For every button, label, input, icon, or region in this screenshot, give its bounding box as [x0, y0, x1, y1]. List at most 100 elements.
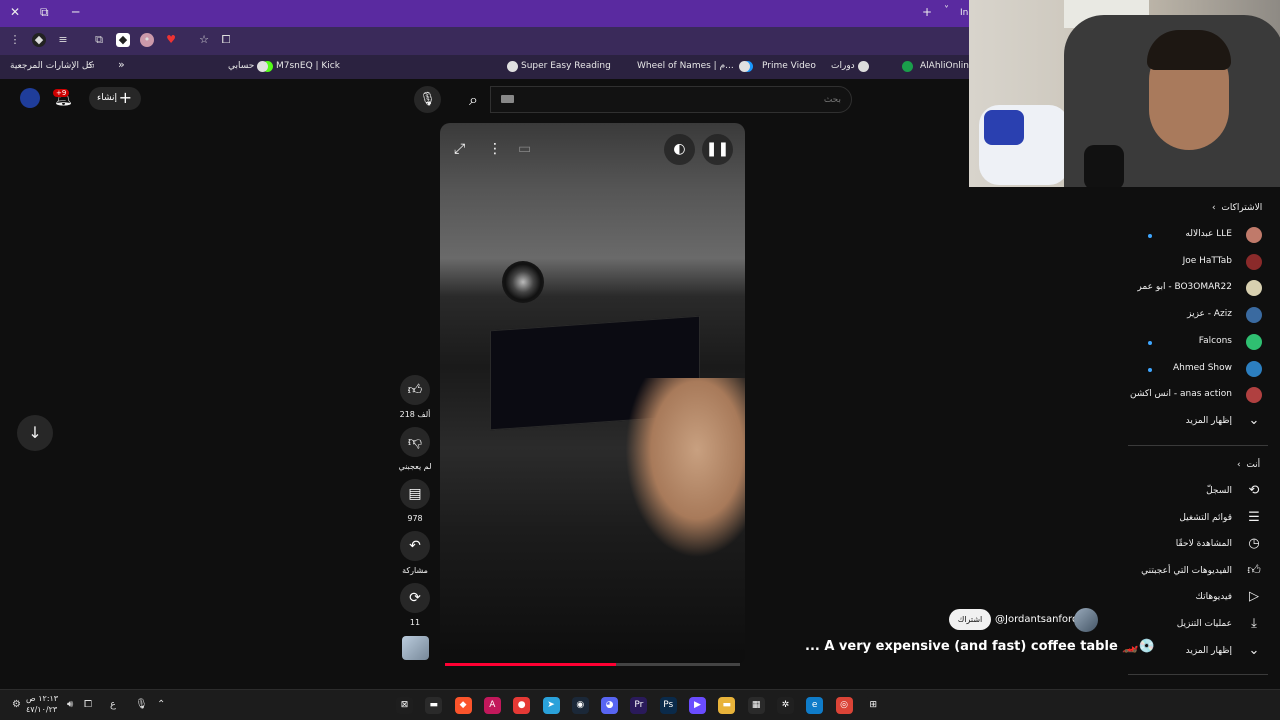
more-bookmarks-icon[interactable]: » [118, 58, 125, 71]
you-item[interactable]: السجلّ ⟲ [1130, 483, 1270, 503]
share-button[interactable]: ↶ [400, 531, 430, 561]
shorts-video[interactable]: ⤢ ⋮ ▭ ◐ ❚❚ [440, 123, 745, 665]
like-button[interactable]: 👍︎ [400, 375, 430, 405]
bookmark-item[interactable]: Super Easy Reading [521, 61, 611, 71]
you-header[interactable]: ‹ أنت [1237, 460, 1260, 470]
telegram-icon[interactable]: ➤ [542, 697, 560, 714]
create-button[interactable]: + إنشاء [89, 87, 141, 110]
subscription-item[interactable]: عبدالاله LLE [1130, 226, 1270, 246]
subscription-item[interactable]: ابو عمر - BO3OMAR22 [1130, 279, 1270, 299]
new-tab-icon[interactable]: + [922, 5, 932, 19]
search-input[interactable] [501, 91, 841, 109]
video-title[interactable]: ... A very expensive (and fast) coffee t… [805, 639, 1155, 654]
bookmark-item[interactable]: M7snEQ | Kick [276, 61, 340, 71]
edge-icon[interactable]: e [806, 697, 824, 714]
you-item-label: المشاهدة لاحقًا [1175, 539, 1232, 550]
restore-window-icon[interactable]: ⧉ [40, 5, 49, 20]
channel-avatar[interactable] [1074, 608, 1098, 632]
menu-icon[interactable]: ⋮ [8, 33, 22, 47]
extension-b-icon[interactable]: • [140, 33, 154, 47]
bookmark-item[interactable]: حسابي [228, 61, 254, 71]
channel-handle[interactable]: @Jordantsanford [995, 614, 1078, 625]
subscriptions-header[interactable]: ‹ الاشتراكات [1212, 203, 1262, 213]
subscription-item[interactable]: عزيز - Aziz [1130, 306, 1270, 326]
account-avatar[interactable] [20, 88, 40, 108]
subscription-item[interactable]: Falcons [1130, 333, 1270, 353]
settings-tray-icon[interactable]: ⚙ [12, 699, 21, 710]
tab-list-icon[interactable]: ˅ [944, 5, 949, 16]
video-progress-bar[interactable] [445, 663, 740, 666]
subscribe-button[interactable]: اشتراك [949, 609, 991, 630]
sidebar-divider [1128, 445, 1268, 446]
you-item[interactable]: قوائم التشغيل ☰ [1130, 510, 1270, 530]
captions-icon[interactable]: ▭ [518, 141, 531, 157]
minimize-window-icon[interactable]: ─ [72, 5, 79, 19]
subscription-item[interactable]: انس اكشن - anas action [1130, 386, 1270, 406]
all-bookmarks[interactable]: كل الإشارات المرجعية [10, 61, 93, 71]
you-item[interactable]: عمليات التنزيل ⤓ [1130, 616, 1270, 636]
windows-icon[interactable]: ⊞ [864, 697, 882, 714]
channel-avatar [1246, 227, 1262, 243]
browser-title-bar: ✕ ⧉ ─ + ˅ In [0, 0, 970, 27]
terminal-icon[interactable]: ▬ [425, 697, 443, 714]
mic-tray-icon[interactable]: 🎙︎ [135, 699, 148, 710]
bookmark-item[interactable]: Prime Video [762, 61, 816, 71]
bookmark-item[interactable]: AlAhliOnline [920, 61, 975, 71]
media-icon[interactable]: ▶ [689, 697, 706, 714]
subs-show-more[interactable]: إظهار المزيد ⌄ [1130, 413, 1270, 433]
chatgpt-icon[interactable]: ✲ [776, 697, 794, 714]
affinity-icon[interactable]: A [483, 697, 501, 714]
tray-overflow-icon[interactable]: ⌃ [157, 699, 165, 710]
bookmark-item[interactable]: دورات [831, 61, 855, 71]
app-red-icon[interactable]: ● [513, 697, 531, 714]
photoshop-icon[interactable]: Ps [659, 697, 677, 714]
premiere-icon[interactable]: Pr [630, 697, 648, 714]
subscription-item[interactable]: Joe HaTTab [1130, 253, 1270, 273]
extensions-icon[interactable]: ⧉ [92, 33, 106, 47]
folder-icon[interactable]: ▬ [718, 697, 736, 714]
discord-icon[interactable]: ◕ [601, 697, 619, 714]
subscription-item[interactable]: Ahmed Show [1130, 360, 1270, 380]
keyboard-icon[interactable] [501, 95, 514, 103]
fullscreen-icon[interactable]: ⤢ [454, 141, 465, 157]
more-options-icon[interactable]: ⋮ [488, 141, 502, 157]
subscription-name: Falcons [1198, 335, 1232, 346]
volume-icon[interactable]: ◐ [664, 134, 695, 165]
network-tray-icon[interactable]: ⧠ [84, 699, 92, 710]
reading-list-icon[interactable]: ≡ [56, 33, 70, 47]
store-icon[interactable]: ▦ [747, 697, 765, 714]
search-box [490, 86, 852, 113]
voice-search-icon[interactable]: 🎙︎ [414, 86, 441, 113]
extension-a-icon[interactable]: ◆ [116, 33, 130, 47]
language-indicator[interactable]: ع [110, 699, 116, 710]
volume-tray-icon[interactable]: 🔊︎ [67, 699, 73, 710]
dislike-button[interactable]: 👎︎ [400, 427, 430, 457]
close-window-icon[interactable]: ✕ [10, 5, 20, 19]
share-page-icon[interactable]: ⧠ [219, 33, 233, 47]
you-item-label: قوائم التشغيل [1179, 512, 1232, 523]
pause-icon[interactable]: ❚❚ [702, 134, 733, 165]
steam-icon[interactable]: ◉ [571, 697, 589, 714]
search-icon[interactable]: ⌕ [455, 86, 492, 113]
scroll-down-icon[interactable]: ↓ [17, 415, 53, 451]
remix-button[interactable]: ⟳ [400, 583, 430, 613]
sidebar-divider [1128, 674, 1268, 675]
extension-c-icon[interactable]: ♥ [164, 33, 178, 47]
clock[interactable]: ١٢:١٣ ص ٤٧/١٠/٢٣ [26, 693, 58, 715]
bookmark-item[interactable]: Wheel of Names | م... [637, 61, 734, 71]
profile-icon[interactable]: ◆ [32, 33, 46, 47]
taskbar: ⚙ 🔊︎ ⧠ ع 🎙︎ ⌃ ⊠ ▬ ◆ A ● ➤ ◉ ◕ Pr Ps ▶ ▬ ▦ ✲ e ◎ ⊞ [0, 689, 1280, 720]
you-item[interactable]: فيديوهاتك ▷ [1130, 589, 1270, 609]
bookmark-star-icon[interactable]: ☆ [197, 33, 211, 47]
tab-title[interactable]: In [960, 8, 968, 18]
you-item[interactable]: الفيديوهات التي أعجبتني 👍︎ [1130, 563, 1270, 583]
chrome-icon[interactable]: ◎ [835, 697, 853, 714]
xbox-icon[interactable]: ⊠ [396, 697, 413, 714]
comments-button[interactable]: ▤ [400, 479, 430, 509]
you-item[interactable]: المشاهدة لاحقًا ◷ [1130, 536, 1270, 556]
bookmark-icon [507, 61, 518, 72]
you-show-more[interactable]: إظهار المزيد ⌄ [1130, 643, 1270, 663]
clock-time: ١٢:١٣ ص [26, 694, 59, 703]
brave-icon[interactable]: ◆ [454, 697, 472, 714]
sound-thumbnail[interactable] [402, 636, 429, 660]
